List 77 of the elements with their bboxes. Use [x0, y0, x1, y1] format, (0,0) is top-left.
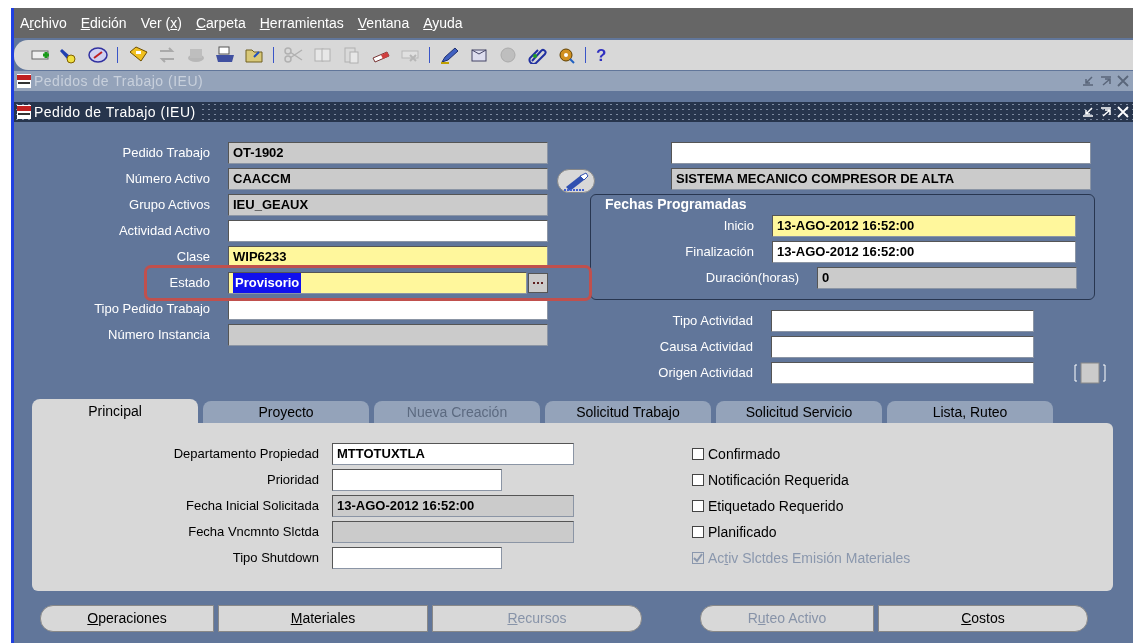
- menu-item[interactable]: Ventana: [357, 12, 410, 34]
- menu-item[interactable]: Ver (x): [140, 12, 182, 34]
- action-button[interactable]: Materiales: [218, 605, 428, 632]
- text-field[interactable]: [228, 324, 548, 346]
- text-field[interactable]: [771, 335, 1034, 358]
- find-button[interactable]: [557, 169, 595, 193]
- text-field[interactable]: [771, 309, 1034, 332]
- field-label: Duración(horas): [704, 268, 800, 287]
- field-label: Tipo Pedido Trabajo: [93, 300, 211, 319]
- text-field[interactable]: [771, 361, 1034, 384]
- tab[interactable]: Solicitud Trabajo: [545, 401, 711, 423]
- field-label: Número Instancia: [107, 326, 211, 345]
- field-label: Inicio: [722, 216, 755, 235]
- checkbox-label: Activ Slctdes Emisión Materiales: [708, 548, 911, 568]
- field-label: Tipo Shutdown: [231, 549, 320, 568]
- field-label: Tipo Actividad: [671, 311, 754, 330]
- ellipsis-icon: [532, 281, 544, 285]
- field-label: Estado: [168, 274, 211, 293]
- field-label: Fecha Inicial Solicitada: [185, 497, 320, 516]
- check-icon: [693, 553, 703, 563]
- field-label: Clase: [175, 248, 211, 267]
- text-field[interactable]: [671, 142, 1091, 164]
- text-field[interactable]: OT-1902: [228, 142, 548, 164]
- field-label: Prioridad: [265, 471, 320, 490]
- text-field[interactable]: WIP6233: [228, 246, 548, 268]
- field-label: Fecha Vncmnto Slctda: [187, 523, 320, 542]
- pencil-icon[interactable]: [440, 46, 460, 64]
- field-label: Origen Actividad: [657, 363, 754, 382]
- text-field[interactable]: [332, 521, 574, 543]
- menu-item[interactable]: Ayuda: [423, 12, 463, 34]
- app-logo-icon: [17, 105, 31, 119]
- tab[interactable]: Lista, Ruteo: [887, 401, 1053, 423]
- field-label: Causa Actividad: [658, 337, 754, 356]
- menu-item[interactable]: Carpeta: [195, 12, 246, 34]
- checkbox[interactable]: [692, 500, 704, 512]
- printer-icon[interactable]: [215, 46, 235, 64]
- save-icon[interactable]: [128, 46, 148, 64]
- text-field[interactable]: 13-AGO-2012 16:52:00: [332, 495, 574, 517]
- menu-item[interactable]: Archivo: [20, 12, 67, 34]
- text-field[interactable]: [332, 547, 502, 569]
- tab[interactable]: Solicitud Servicio: [716, 401, 882, 423]
- text-field[interactable]: [332, 469, 502, 491]
- text-field[interactable]: 13-AGO-2012 16:52:00: [772, 240, 1076, 263]
- toggle-box-icon[interactable]: [1074, 360, 1106, 385]
- checkbox-label: Planificado: [708, 522, 777, 542]
- field-label: Actividad Activo: [117, 222, 211, 241]
- field-label: Grupo Activos: [128, 196, 211, 215]
- folder-icon[interactable]: [244, 46, 264, 64]
- checkbox[interactable]: [692, 448, 704, 460]
- checkbox-label: Notificación Requerida: [708, 470, 849, 490]
- checkbox[interactable]: [692, 474, 704, 486]
- menu-item[interactable]: Herramientas: [259, 12, 344, 34]
- tab[interactable]: Principal: [32, 399, 198, 423]
- field-label: Departamento Propiedad: [172, 445, 320, 464]
- menu-item[interactable]: Edición: [80, 12, 127, 34]
- checkbox-label: Confirmado: [708, 444, 781, 464]
- paperclip-icon[interactable]: [527, 46, 547, 64]
- action-button[interactable]: Costos: [878, 605, 1088, 632]
- tab[interactable]: Proyecto: [203, 401, 369, 423]
- text-field[interactable]: Provisorio: [228, 272, 527, 294]
- field-label: Finalización: [684, 242, 755, 261]
- text-field[interactable]: [228, 220, 548, 242]
- text-field[interactable]: 13-AGO-2012 16:52:00: [772, 214, 1076, 237]
- action-button[interactable]: Operaciones: [40, 605, 214, 632]
- compass-icon[interactable]: [88, 46, 108, 64]
- field-label: Número Activo: [124, 170, 211, 189]
- text-field[interactable]: IEU_GEAUX: [228, 194, 548, 216]
- checkbox[interactable]: [692, 526, 704, 538]
- app-logo-icon: [17, 74, 31, 88]
- list-of-values-button[interactable]: [528, 273, 548, 293]
- text-field[interactable]: MTTOTUXTLA: [332, 443, 574, 465]
- description-field[interactable]: SISTEMA MECANICO COMPRESOR DE ALTA: [671, 168, 1091, 190]
- field-label: Pedido Trabajo: [121, 144, 211, 163]
- help-button[interactable]: ?: [596, 46, 607, 64]
- checkbox-label: Etiquetado Requerido: [708, 496, 844, 516]
- text-field[interactable]: CAACCM: [228, 168, 548, 190]
- text-field[interactable]: 0: [817, 266, 1077, 289]
